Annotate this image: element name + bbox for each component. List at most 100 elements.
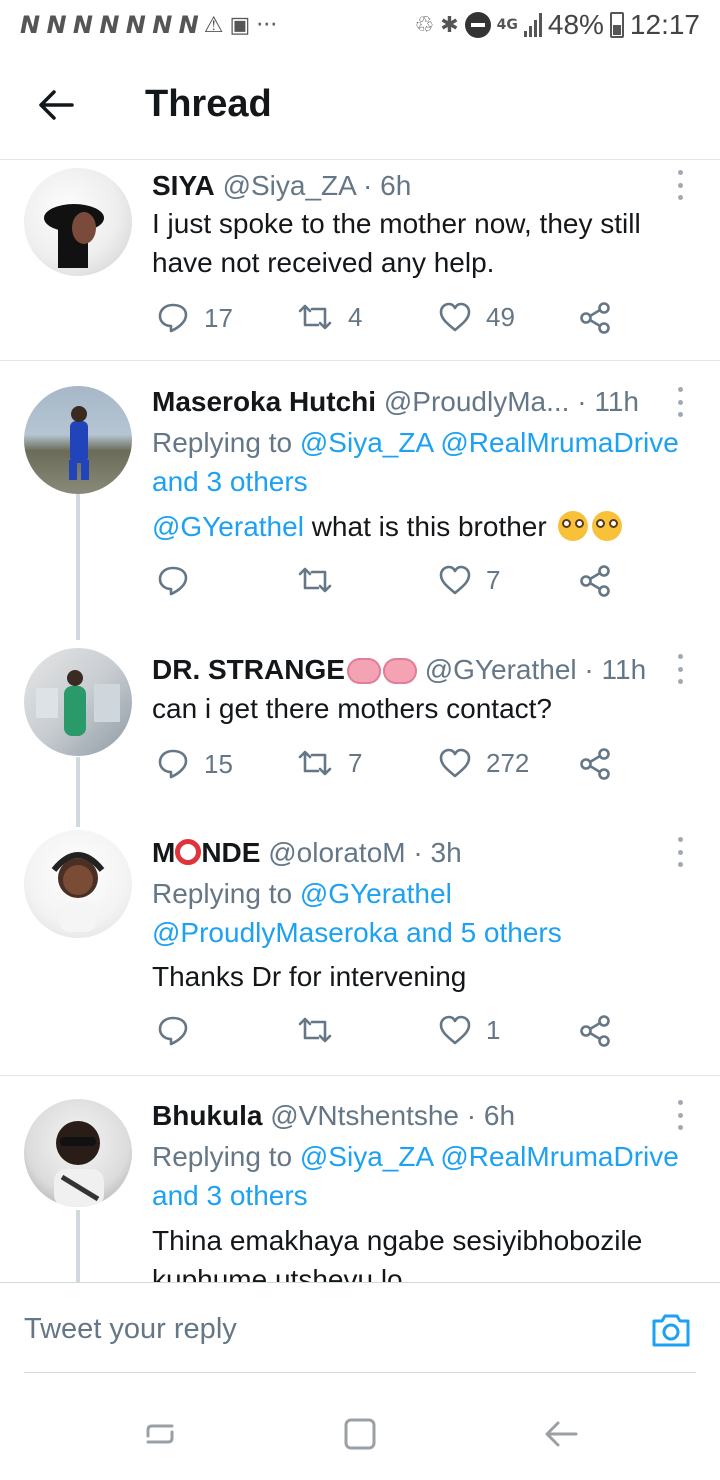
separator: · [413,837,423,868]
battery-percent: 48% [547,9,604,40]
status-bar: N N N N N N N ⚠ ▣ ··· ♲ ✱ 4G 48% 12:17 [0,0,720,50]
heart-icon [439,302,471,332]
reply-bar [0,1282,720,1374]
recent-apps-icon[interactable] [140,1414,180,1454]
mention-link[interactable]: @GYerathel [152,511,304,542]
red-circle-emoji [175,839,202,865]
share-icon [580,748,610,780]
tweet-text: can i get there mothers contact? [152,693,552,724]
replying-to: Replying to @GYerathel @ProudlyMaseroka … [152,874,702,952]
more-options-icon[interactable] [672,170,688,200]
heart-icon [439,565,471,595]
page-title: Thread [145,83,272,125]
tweet[interactable]: SIYA @Siya_ZA · 6h I just spoke to the m… [0,160,720,360]
more-dots-icon: ··· [256,12,278,38]
like-count: 49 [486,301,515,332]
tweet-text: Thanks Dr for intervening [152,961,467,992]
share-button[interactable] [578,747,612,781]
handle[interactable]: @GYerathel [425,654,577,685]
system-icons: ♲ ✱ 4G 48% 12:17 [414,9,700,41]
retweet-icon [298,1017,332,1043]
tweet-reply-input[interactable] [24,1313,584,1346]
more-options-icon[interactable] [672,1100,688,1130]
more-options-icon[interactable] [672,654,688,684]
nav-back-icon[interactable] [542,1414,582,1454]
tweet[interactable]: Bhukula @VNtshentshe · 6h Replying to @S… [0,1075,720,1282]
arrow-left-icon[interactable] [36,85,76,125]
reply-count: 15 [204,748,233,779]
timestamp: 6h [380,170,412,201]
reply-icon [158,566,188,596]
like-count: 272 [486,747,530,778]
reply-button[interactable]: 17 [156,301,233,335]
home-icon[interactable] [340,1414,380,1454]
avatar[interactable] [24,386,132,494]
notification-icons: N N N N N N N ⚠ ▣ ··· [20,11,277,39]
display-name[interactable]: Bhukula [152,1100,262,1131]
reply-count: 17 [204,302,233,333]
brain-emoji [346,658,381,684]
display-name[interactable]: SIYA [152,170,215,201]
separator: · [584,654,594,685]
tweet-text: I just spoke to the mother now, they sti… [152,208,641,278]
share-icon [580,565,610,597]
tweet-header: DR. STRANGE @GYerathel · 11h [152,654,646,686]
tweet-actions: 1 [152,1014,632,1054]
replying-to: Replying to @Siya_ZA @RealMrumaDrive and… [152,1137,702,1215]
tweet[interactable]: M NDE @oloratoM · 3h Replying to @GYerath… [0,820,720,1075]
timestamp: 6h [483,1100,516,1131]
camera-icon[interactable] [650,1311,692,1349]
tweet-header: M NDE @oloratoM · 3h [152,837,462,869]
notification-n-icons: N N N N N N N [20,11,199,39]
like-button[interactable]: 49 [438,301,515,333]
image-icon: ▣ [229,12,251,38]
more-options-icon[interactable] [672,387,688,417]
retweet-button[interactable]: 4 [296,301,362,333]
separator: · [466,1100,477,1131]
share-button[interactable] [578,564,612,598]
reply-button[interactable] [156,564,204,598]
reply-icon [158,303,188,333]
bluetooth-icon: ✱ [440,12,459,38]
retweet-button[interactable] [296,1014,348,1046]
timestamp: 3h [430,837,462,868]
handle[interactable]: @oloratoM [268,837,405,868]
share-button[interactable] [578,301,612,335]
like-button[interactable]: 7 [438,564,500,596]
reply-button[interactable]: 15 [156,747,233,781]
handle[interactable]: @ProudlyMa... [384,386,570,417]
clock: 12:17 [629,9,700,40]
handle[interactable]: @Siya_ZA [223,170,356,201]
share-icon [580,302,610,334]
handle[interactable]: @VNtshentshe [270,1100,459,1131]
avatar[interactable] [24,1099,132,1207]
display-name[interactable]: DR. STRANGE [152,654,345,685]
display-name[interactable]: Maseroka Hutchi [152,386,376,417]
signal-icon [523,13,542,37]
avatar[interactable] [24,830,132,938]
retweet-icon [298,304,332,330]
avatar[interactable] [24,168,132,276]
battery-icon [609,12,624,38]
tweet-actions: 7 [152,564,632,604]
tweet-header: SIYA @Siya_ZA · 6h [152,170,411,202]
retweet-icon [298,750,332,776]
retweet-button[interactable] [296,564,348,596]
network-type: 4G [496,17,518,33]
like-count: 7 [486,564,501,595]
retweet-button[interactable]: 7 [296,747,362,779]
more-options-icon[interactable] [672,837,688,867]
reply-button[interactable] [156,1014,204,1048]
timestamp: 11h [594,386,639,417]
display-name[interactable]: M NDE [152,837,260,868]
avatar[interactable] [24,648,132,756]
recycle-icon: ♲ [414,12,435,38]
tweet[interactable]: Maseroka Hutchi @ProudlyMa... · 11h Repl… [0,360,720,630]
flushed-emoji [558,511,589,541]
share-button[interactable] [578,1014,612,1048]
separator: · [363,170,373,201]
tweet-actions: 17 4 49 [152,301,632,341]
like-button[interactable]: 272 [438,747,529,779]
like-button[interactable]: 1 [438,1014,500,1046]
tweet[interactable]: DR. STRANGE @GYerathel · 11h can i get t… [0,630,720,820]
